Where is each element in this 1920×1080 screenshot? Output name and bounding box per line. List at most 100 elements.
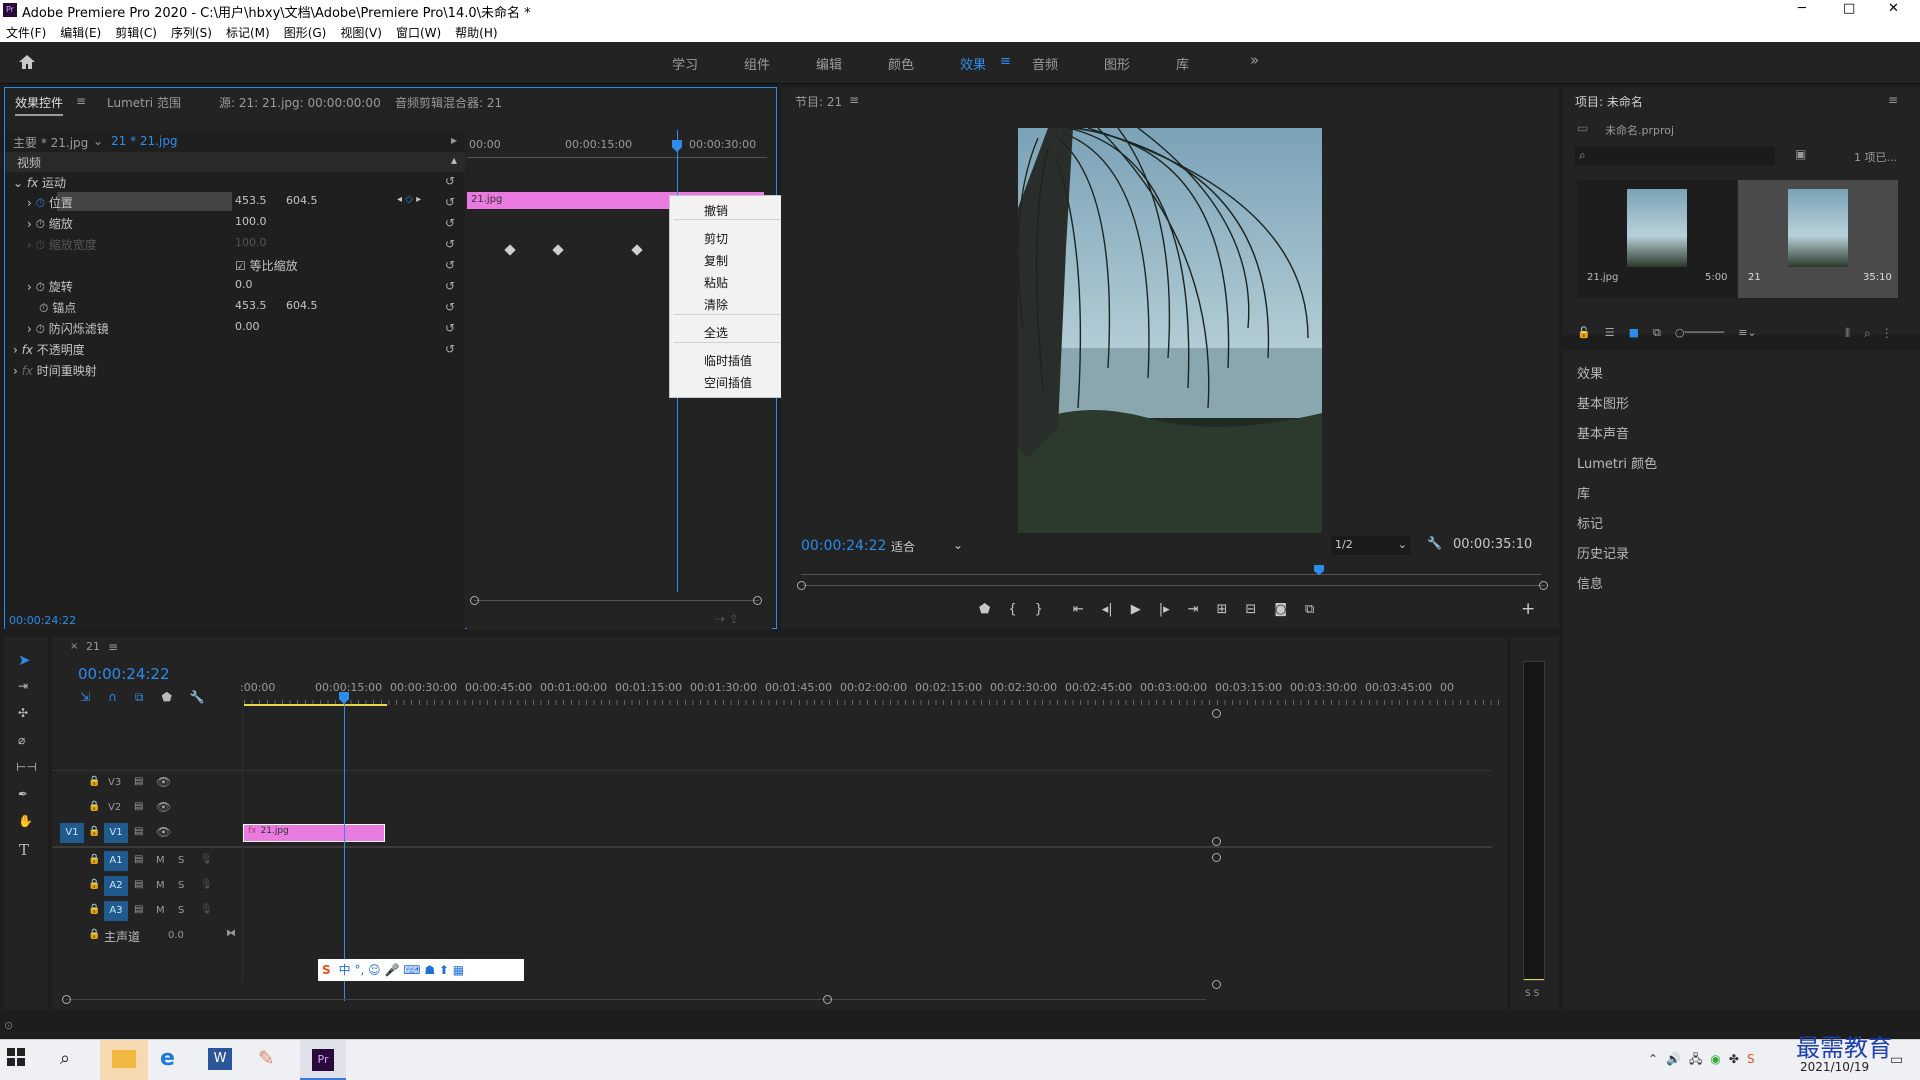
ripple-edit-tool-icon[interactable]: ✣	[18, 706, 28, 720]
mark-in-icon[interactable]: {	[1008, 602, 1016, 617]
ec-timecode[interactable]: 00:00:24:22	[9, 614, 76, 627]
solo-button[interactable]: S	[178, 905, 184, 916]
reset-icon[interactable]: ↺	[445, 213, 455, 234]
project-search-input[interactable]: ⌕	[1575, 147, 1775, 165]
maximize-button[interactable]: □	[1843, 1, 1855, 16]
menu-help[interactable]: 帮助(H)	[455, 24, 497, 41]
mic-icon[interactable]: 🎙	[200, 879, 213, 890]
linked-selection-icon[interactable]: ⧉	[135, 690, 144, 704]
lock-icon[interactable]: 🔒	[88, 854, 100, 865]
reset-icon[interactable]: ↺	[445, 276, 455, 297]
type-tool-icon[interactable]: T	[19, 841, 29, 859]
panel-libraries[interactable]: 库	[1577, 483, 1590, 502]
workspace-color[interactable]: 颜色	[888, 54, 914, 73]
lock-icon[interactable]: 🔓	[1577, 326, 1591, 339]
mic-icon[interactable]: 🎙	[200, 904, 213, 915]
windows-start-icon[interactable]	[5, 1046, 43, 1078]
track-label[interactable]: A3	[104, 901, 128, 921]
uniform-scale-checkbox[interactable]: ☑ 等比缩放	[235, 257, 298, 278]
project-item[interactable]: 21.jpg 5:00	[1577, 180, 1737, 298]
project-title[interactable]: 项目: 未命名	[1575, 93, 1643, 110]
position-x-value[interactable]: 453.5	[235, 194, 267, 215]
anchor-row[interactable]: ⏱ 锚点	[39, 299, 76, 320]
panel-lumetri-color[interactable]: Lumetri 颜色	[1577, 453, 1657, 472]
pen-tool-icon[interactable]: ✒	[18, 787, 28, 801]
keyframe-nav-icon[interactable]: ◂ ◇ ▸	[397, 194, 421, 215]
lock-icon[interactable]: 🔒	[88, 801, 100, 812]
scroll-handle-left[interactable]	[62, 995, 71, 1004]
panel-info[interactable]: 信息	[1577, 573, 1603, 592]
eye-icon[interactable]: 👁	[156, 825, 171, 839]
playhead-handle[interactable]	[672, 140, 682, 152]
menu-paste[interactable]: 粘贴	[704, 274, 728, 291]
more-icon[interactable]: ⋮	[1881, 326, 1893, 340]
edge-icon[interactable]: e	[160, 1046, 198, 1078]
reset-icon[interactable]: ↺	[445, 318, 455, 339]
collapse-up-icon[interactable]: ▴	[451, 153, 457, 167]
keyframe[interactable]	[504, 244, 516, 256]
workspace-libraries[interactable]: 库	[1176, 54, 1189, 73]
workspace-audio[interactable]: 音频	[1032, 54, 1058, 73]
work-area-bar[interactable]	[244, 704, 387, 706]
sync-lock-icon[interactable]: ▤	[134, 854, 143, 865]
reset-icon[interactable]: ↺	[445, 234, 455, 255]
reset-icon[interactable]: ↺	[445, 171, 455, 192]
program-scrollbar[interactable]	[803, 585, 1545, 586]
master-clip-label[interactable]: 主要 * 21.jpg	[13, 134, 88, 151]
search-icon[interactable]: ⌕	[60, 1048, 98, 1080]
zoom-slider[interactable]: ○──────	[1675, 326, 1724, 339]
go-to-out-icon[interactable]: ⇥	[1188, 602, 1199, 617]
menu-select-all[interactable]: 全选	[704, 324, 728, 341]
extract-icon[interactable]: ⊟	[1245, 602, 1256, 617]
tab-audio-clip-mixer[interactable]: 音频剪辑混合器: 21	[395, 94, 502, 111]
timeline-clip[interactable]: fx 21.jpg	[243, 824, 385, 842]
time-remap-row[interactable]: › fx 时间重映射	[13, 362, 97, 383]
scroll-handle-right[interactable]	[1539, 581, 1548, 590]
panel-essential-graphics[interactable]: 基本图形	[1577, 393, 1629, 412]
close-tab-icon[interactable]: ×	[70, 641, 78, 652]
panel-menu-icon[interactable]: ≡	[108, 640, 118, 654]
source-patch-v1[interactable]: V1	[60, 823, 84, 843]
program-timecode[interactable]: 00:00:24:22	[801, 538, 886, 554]
settings-wrench-icon[interactable]: 🔧	[190, 690, 205, 704]
word-icon[interactable]: W	[208, 1048, 232, 1070]
lift-icon[interactable]: ⊞	[1217, 602, 1228, 617]
home-icon[interactable]	[18, 54, 36, 70]
vertical-scroll-handle[interactable]	[1212, 853, 1221, 862]
icon-view-icon[interactable]: ■	[1629, 326, 1639, 339]
lock-icon[interactable]: 🔒	[88, 776, 100, 787]
rotation-row[interactable]: › ⏱ 旋转	[27, 278, 73, 299]
panel-effects[interactable]: 效果	[1577, 363, 1603, 382]
more-workspaces-icon[interactable]: »	[1250, 51, 1259, 69]
solo-button[interactable]: S	[178, 880, 184, 891]
slip-tool-icon[interactable]: ⊢⊣	[16, 760, 37, 774]
menu-edit[interactable]: 编辑(E)	[60, 24, 101, 41]
premiere-taskbar-icon[interactable]: Pr	[300, 1040, 346, 1080]
keyframe[interactable]	[631, 244, 643, 256]
menu-window[interactable]: 窗口(W)	[396, 24, 441, 41]
camera-icon[interactable]: ◙	[1274, 602, 1287, 617]
lock-icon[interactable]: 🔒	[88, 879, 100, 890]
mic-icon[interactable]: 🎙	[200, 854, 213, 865]
razor-tool-icon[interactable]: ⌀	[18, 733, 25, 747]
add-marker-icon[interactable]: ⬟	[979, 602, 990, 617]
sequence-tab[interactable]: 21	[86, 640, 100, 653]
find-icon[interactable]: ⌕	[1864, 326, 1871, 340]
workspace-assembly[interactable]: 组件	[744, 54, 770, 73]
anchor-x-value[interactable]: 453.5	[235, 299, 267, 320]
reset-icon[interactable]: ↺	[445, 297, 455, 318]
menu-undo[interactable]: 撤销	[704, 202, 728, 219]
tab-menu-icon[interactable]: ≡	[76, 94, 86, 108]
reset-icon[interactable]: ↺	[445, 339, 455, 360]
hand-tool-icon[interactable]: ✋	[18, 814, 33, 828]
fit-dropdown[interactable]: 适合 ⌄	[887, 536, 967, 555]
workspace-learn[interactable]: 学习	[672, 54, 698, 73]
nest-icon[interactable]: ⇲	[80, 690, 90, 704]
rotation-value[interactable]: 0.0	[235, 278, 253, 299]
menu-marker[interactable]: 标记(M)	[226, 24, 270, 41]
anti-flicker-row[interactable]: › ⏱ 防闪烁滤镜	[27, 320, 109, 341]
resolution-dropdown[interactable]: 1/2 ⌄	[1331, 536, 1411, 555]
menu-temporal-interpolation[interactable]: 临时插值	[704, 352, 752, 369]
file-explorer-icon[interactable]	[100, 1040, 148, 1080]
new-bin-icon[interactable]: ▣	[1795, 147, 1806, 161]
